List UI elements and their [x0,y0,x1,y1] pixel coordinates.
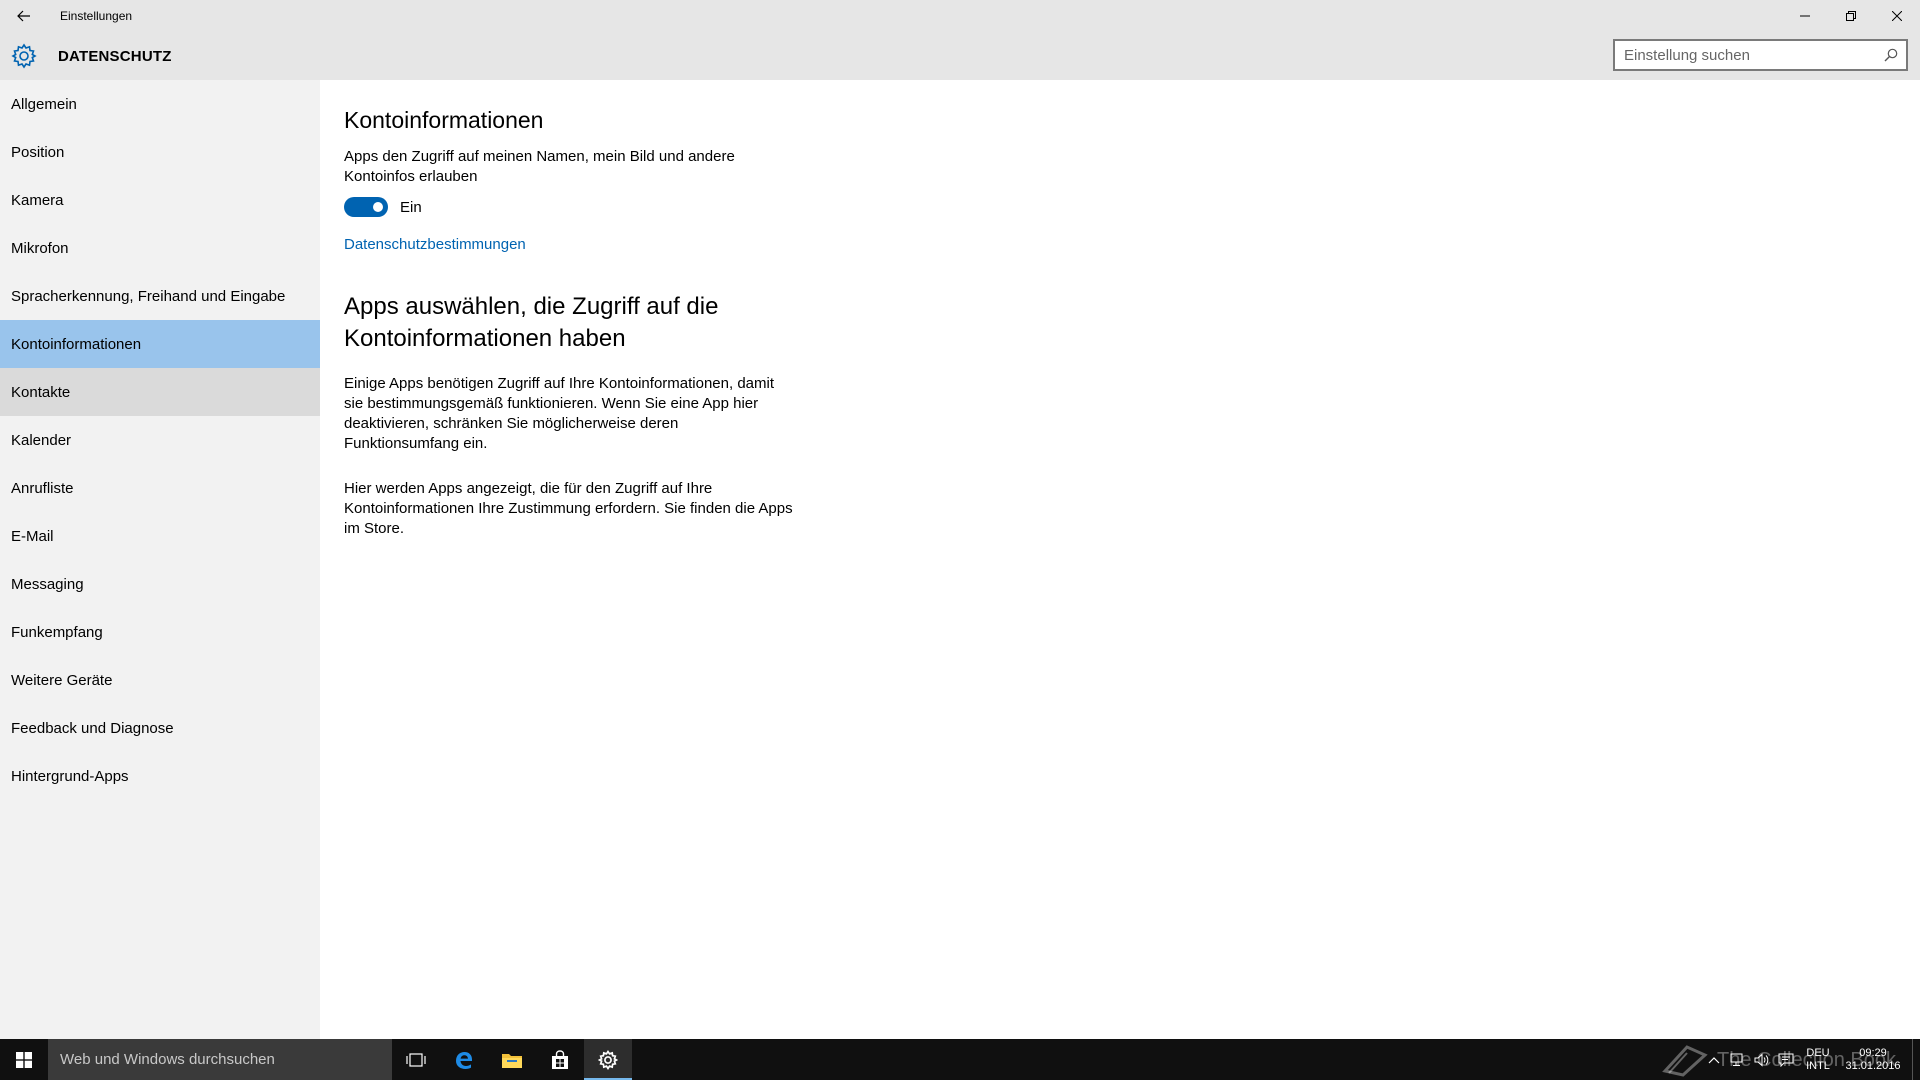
show-desktop-button[interactable] [1912,1039,1920,1080]
file-explorer-button[interactable] [488,1039,536,1080]
sidebar-item-kontakte[interactable]: Kontakte [0,368,320,416]
restore-icon [1846,11,1856,21]
app-selection-heading: Apps auswählen, die Zugriff auf die Kont… [344,293,719,352]
volume-button[interactable] [1750,1039,1774,1080]
taskbar-search[interactable]: Web und Windows durchsuchen [48,1039,392,1080]
sidebar-item-label: Feedback und Diagnose [11,719,174,737]
sidebar-item-label: Kalender [11,431,72,449]
account-info-toggle[interactable] [344,197,388,217]
settings-window: Einstellungen DATENSCHUTZ Einstellung su… [0,0,1920,1080]
title-bar: Einstellungen [0,0,1920,32]
sidebar-item-label: Hintergrund-Apps [11,767,129,785]
back-button[interactable] [0,0,48,32]
page-heading: Kontoinformationen [344,107,544,133]
sidebar-item-label: E-Mail [11,527,54,545]
settings-search[interactable] [1613,39,1908,71]
minimize-icon [1800,15,1810,17]
sidebar-item-kalender[interactable]: Kalender [0,416,320,464]
sidebar-item-feedback[interactable]: Feedback und Diagnose [0,704,320,752]
input-language-button[interactable]: DEU INTL [1798,1047,1838,1073]
sidebar-item-mikrofon[interactable]: Mikrofon [0,224,320,272]
window-title: Einstellungen [60,9,133,23]
toggle-knob [373,202,383,212]
edge-icon [456,1051,472,1069]
settings-gear [0,32,48,80]
sidebar-item-label: Mikrofon [11,239,69,257]
clock-time: 09:29 [1859,1046,1887,1059]
sidebar-item-label: Weitere Geräte [11,671,113,689]
sidebar-item-hintergrund-apps[interactable]: Hintergrund-Apps [0,752,320,800]
settings-taskbar-button[interactable] [584,1039,632,1080]
store-button[interactable] [536,1039,584,1080]
task-view-icon [406,1052,426,1067]
settings-gear-icon [598,1049,618,1070]
store-bag-icon [552,1049,568,1069]
sidebar-item-anrufliste[interactable]: Anrufliste [0,464,320,512]
sidebar-item-kamera[interactable]: Kamera [0,176,320,224]
show-hidden-icons-button[interactable] [1702,1039,1726,1080]
network-button[interactable] [1726,1039,1750,1080]
clock[interactable]: 09:29 31.01.2016 [1838,1047,1908,1073]
lang-line-1: DEU [1806,1046,1830,1059]
minimize-button[interactable] [1782,0,1828,32]
setting-description: Apps den Zugriff auf meinen Namen, mein … [344,148,735,185]
privacy-statement-link[interactable]: Datenschutzbestimmungen [344,236,526,253]
windows-logo-icon [16,1051,32,1068]
close-icon [1892,11,1902,21]
sidebar-item-label: Kamera [11,191,64,209]
network-icon [1730,1053,1743,1066]
toggle-state-label: Ein [400,198,422,216]
edge-browser-button[interactable] [440,1039,488,1080]
sidebar-item-label: Anrufliste [11,479,74,497]
action-center-button[interactable] [1774,1039,1798,1080]
sidebar-item-label: Kontoinformationen [11,335,142,353]
search-button[interactable] [1876,41,1906,69]
chevron-up-icon [1708,1056,1720,1063]
folder-icon [502,1053,522,1068]
start-button[interactable] [0,1039,48,1080]
taskbar-search-text: Web und Windows durchsuchen [60,1051,275,1068]
sidebar: Allgemein Position Kamera Mikrofon Sprac… [0,80,320,1039]
gear-icon [11,43,37,69]
sidebar-item-label: Spracherkennung, Freihand und Eingabe [11,287,286,305]
notification-icon [1778,1053,1794,1067]
section-title: DATENSCHUTZ [58,47,172,65]
sidebar-item-label: Position [11,143,65,161]
back-arrow-icon [17,10,30,22]
system-tray: DEU INTL 09:29 31.01.2016 [1702,1039,1920,1080]
sidebar-item-funkempfang[interactable]: Funkempfang [0,608,320,656]
search-input[interactable] [1615,41,1876,69]
sidebar-item-label: Allgemein [11,95,77,113]
sidebar-item-spracherkennung[interactable]: Spracherkennung, Freihand und Eingabe [0,272,320,320]
window-controls [1782,0,1920,32]
search-icon [1884,48,1898,62]
sidebar-item-weitere-geraete[interactable]: Weitere Geräte [0,656,320,704]
sidebar-item-email[interactable]: E-Mail [0,512,320,560]
info-paragraph-2: Hier werden Apps angezeigt, die für den … [344,480,793,537]
lang-line-2: INTL [1806,1059,1830,1072]
close-button[interactable] [1874,0,1920,32]
sidebar-item-label: Messaging [11,575,84,593]
sidebar-item-allgemein[interactable]: Allgemein [0,80,320,128]
taskbar: Web und Windows durchsuchen The Collecti… [0,1039,1920,1080]
sidebar-item-position[interactable]: Position [0,128,320,176]
task-view-button[interactable] [392,1039,440,1080]
toggle-row: Ein [344,197,1904,217]
sidebar-item-label: Funkempfang [11,623,103,641]
clock-date: 31.01.2016 [1845,1059,1901,1072]
sidebar-item-kontoinformationen[interactable]: Kontoinformationen [0,320,320,368]
info-paragraph-1: Einige Apps benötigen Zugriff auf Ihre K… [344,375,774,452]
restore-button[interactable] [1828,0,1874,32]
sidebar-item-label: Kontakte [11,383,71,401]
page-header: DATENSCHUTZ [0,32,1920,80]
speaker-icon [1754,1052,1769,1067]
sidebar-item-messaging[interactable]: Messaging [0,560,320,608]
main-content: Kontoinformationen Apps den Zugriff auf … [344,80,1904,539]
